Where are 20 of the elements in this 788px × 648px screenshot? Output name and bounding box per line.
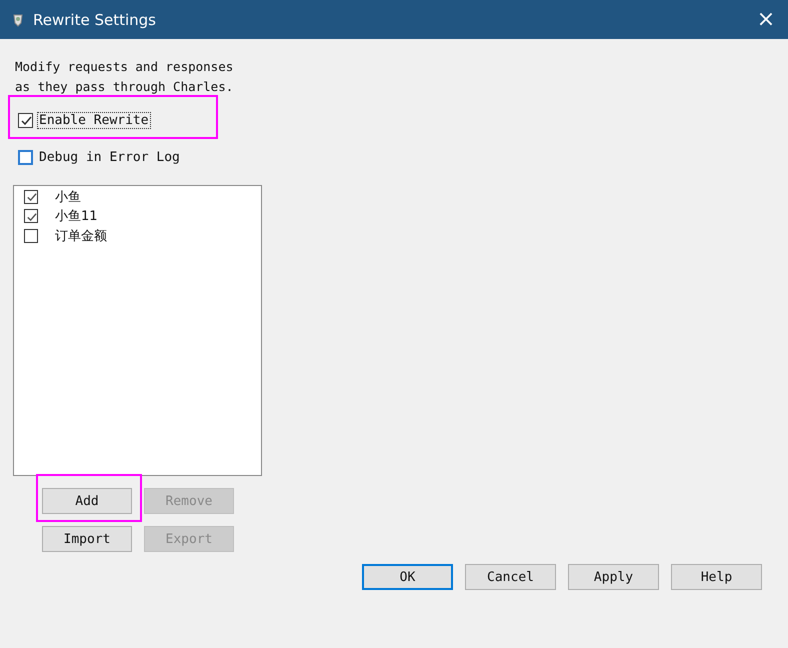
- description-text: Modify requests and responses as they pass through Charles.: [15, 58, 234, 96]
- list-button[interactable]: Add: [42, 488, 132, 514]
- rule-name[interactable]: 订单金额: [55, 226, 107, 245]
- app-icon: [11, 12, 25, 26]
- rule-name[interactable]: 小鱼11: [55, 207, 98, 226]
- checkbox-label[interactable]: Enable Rewrite: [37, 112, 151, 128]
- dialog-button[interactable]: OK: [362, 564, 453, 590]
- close-button[interactable]: ×: [744, 0, 788, 39]
- list-button[interactable]: Import: [42, 526, 132, 552]
- dialog-button[interactable]: Help: [671, 564, 762, 590]
- checkbox[interactable]: [24, 228, 38, 243]
- checkbox[interactable]: [18, 150, 33, 164]
- checkbox[interactable]: [18, 112, 33, 128]
- checkbox[interactable]: [24, 209, 38, 224]
- rule-name[interactable]: 小鱼: [55, 188, 81, 206]
- window-title: Rewrite Settings: [33, 10, 157, 28]
- dialog-button[interactable]: Apply: [568, 564, 659, 590]
- checkbox[interactable]: [24, 190, 38, 204]
- checkbox-label[interactable]: Debug in Error Log: [37, 148, 182, 166]
- dialog-button[interactable]: Cancel: [465, 564, 556, 590]
